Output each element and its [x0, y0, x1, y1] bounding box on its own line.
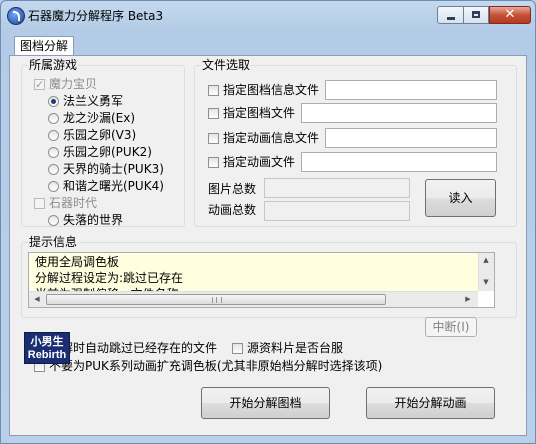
info-group-label: 提示信息	[28, 235, 79, 249]
file-checkbox[interactable]	[208, 108, 219, 119]
file-row-label: 指定动画信息文件	[223, 131, 320, 145]
category-crossgate-label: 魔力宝贝	[49, 77, 98, 91]
file-row-label: 指定图档文件	[223, 106, 296, 120]
interrupt-button[interactable]: 中断(I)	[425, 317, 477, 337]
close-icon: ✕	[504, 7, 516, 22]
option-checkbox[interactable]	[232, 343, 243, 354]
game-option[interactable]: 乐园之卵(PUK2)	[48, 144, 152, 160]
game-option-label: 乐园之卵(V3)	[63, 128, 137, 142]
scroll-down-icon[interactable]: ▼	[479, 278, 493, 286]
scroll-left-icon[interactable]: ◀	[30, 295, 44, 303]
files-group-label: 文件选取	[201, 58, 252, 72]
option-label: 源资料片是否台服	[247, 341, 344, 355]
category-stoneage-label: 石器时代	[49, 196, 98, 210]
minimize-icon	[447, 17, 455, 20]
radio-button[interactable]	[48, 96, 59, 107]
scroll-thumb[interactable]	[46, 294, 386, 305]
maximize-button[interactable]	[463, 6, 489, 24]
log-horizontal-scrollbar[interactable]: ◀ ▶	[29, 291, 478, 307]
info-log-lines: 使用全局调色板 分解过程设定为:跳过已存在 当前为强制偏移...文件名称	[29, 253, 478, 301]
start-images-button[interactable]: 开始分解图档	[201, 387, 330, 419]
app-window: 石器魔力分解程序 Beta3 ✕ 图档分解 所属游戏 魔力宝贝 法兰义勇军 龙之…	[0, 0, 536, 444]
logo-line2: Rebirth	[27, 349, 67, 361]
image-total-label: 图片总数	[208, 182, 257, 196]
radio-button[interactable]	[48, 113, 59, 124]
game-option[interactable]: 乐园之卵(V3)	[48, 127, 136, 143]
file-checkbox[interactable]	[208, 133, 219, 144]
option-no-expand-palette[interactable]: 不要为PUK系列动画扩充调色板(尤其非原始档分解时选择该项)	[34, 358, 382, 374]
window-title: 石器魔力分解程序 Beta3	[28, 9, 164, 23]
game-option-label: 乐园之卵(PUK2)	[63, 145, 152, 159]
log-vertical-scrollbar[interactable]: ▲ ▼	[478, 253, 494, 291]
radio-button[interactable]	[48, 130, 59, 141]
game-option-label: 法兰义勇军	[63, 94, 124, 108]
option-label: 分解时自动跳过已经存在的文件	[49, 341, 218, 355]
file-row-anim[interactable]: 指定动画文件	[208, 154, 295, 170]
maximize-icon	[472, 11, 480, 18]
file-row-image[interactable]: 指定图档文件	[208, 105, 295, 121]
game-option-label: 天界的骑士(PUK3)	[63, 162, 164, 176]
tab-image-decompose[interactable]: 图档分解	[14, 36, 74, 56]
scroll-up-icon[interactable]: ▲	[479, 256, 493, 264]
game-option-label: 和谐之曙光(PUK4)	[63, 179, 164, 193]
radio-button[interactable]	[48, 147, 59, 158]
anim-total-value	[264, 201, 410, 221]
option-label: 不要为PUK系列动画扩充调色板(尤其非原始档分解时选择该项)	[49, 359, 383, 373]
logo-line1: 小男生	[30, 335, 64, 348]
category-stoneage: 石器时代	[34, 195, 97, 211]
game-option[interactable]: 龙之沙漏(Ex)	[48, 110, 135, 126]
game-option-label: 失落的世界	[63, 213, 124, 227]
option-taiwan-server[interactable]: 源资料片是否台服	[232, 340, 343, 356]
radio-button[interactable]	[48, 164, 59, 175]
game-option[interactable]: 法兰义勇军	[48, 93, 123, 109]
log-line: 分解过程设定为:跳过已存在	[35, 271, 184, 285]
file-row-anim-info[interactable]: 指定动画信息文件	[208, 130, 319, 146]
category-stoneage-checkbox	[34, 198, 45, 209]
rebirth-logo: 小男生 Rebirth	[24, 332, 70, 364]
anim-total-label: 动画总数	[208, 203, 257, 217]
title-bar: 石器魔力分解程序 Beta3 ✕	[1, 1, 535, 29]
radio-button[interactable]	[48, 215, 59, 226]
read-button[interactable]: 读入	[425, 179, 496, 217]
info-log[interactable]: 使用全局调色板 分解过程设定为:跳过已存在 当前为强制偏移...文件名称 ▲ ▼…	[28, 252, 495, 308]
category-crossgate: 魔力宝贝	[34, 76, 98, 93]
game-option[interactable]: 失落的世界	[48, 212, 123, 228]
file-row-label: 指定图档信息文件	[223, 83, 320, 97]
anim-file-input[interactable]	[301, 152, 497, 172]
grip-icon	[212, 297, 222, 303]
log-line: 使用全局调色板	[35, 255, 120, 269]
game-option-label: 龙之沙漏(Ex)	[63, 111, 136, 125]
game-option[interactable]: 天界的骑士(PUK3)	[48, 161, 164, 177]
game-option[interactable]: 和谐之曙光(PUK4)	[48, 178, 164, 194]
image-info-file-input[interactable]	[325, 80, 497, 100]
radio-button[interactable]	[48, 181, 59, 192]
tab-panel: 所属游戏 魔力宝贝 法兰义勇军 龙之沙漏(Ex) 乐园之卵(V3) 乐园之卵(P…	[9, 55, 527, 436]
file-checkbox[interactable]	[208, 85, 219, 96]
image-total-value	[264, 178, 410, 198]
scroll-right-icon[interactable]: ▶	[461, 295, 475, 303]
file-row-label: 指定动画文件	[223, 155, 296, 169]
start-animations-button[interactable]: 开始分解动画	[366, 387, 495, 419]
games-group-label: 所属游戏	[28, 58, 79, 72]
file-row-image-info[interactable]: 指定图档信息文件	[208, 82, 319, 98]
anim-info-file-input[interactable]	[325, 128, 497, 148]
image-file-input[interactable]	[301, 103, 497, 123]
close-button[interactable]: ✕	[489, 6, 531, 24]
file-checkbox[interactable]	[208, 157, 219, 168]
minimize-button[interactable]	[437, 6, 464, 24]
app-icon	[7, 7, 25, 25]
category-crossgate-checkbox	[34, 77, 45, 93]
